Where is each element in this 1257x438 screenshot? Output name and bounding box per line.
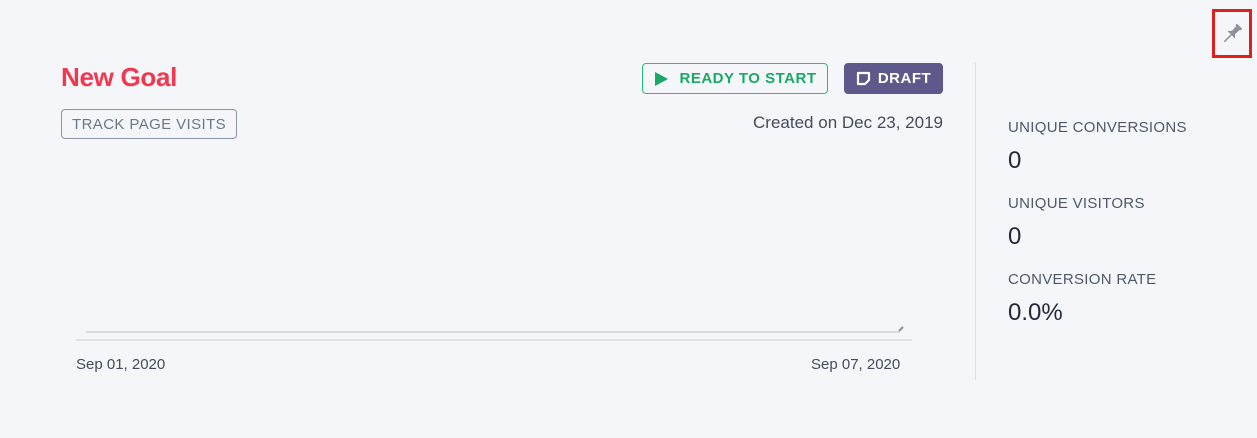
- draft-icon: [856, 71, 870, 86]
- goal-title: New Goal: [61, 62, 178, 92]
- conversion-chart: [76, 326, 912, 341]
- chart-end-marker: [898, 326, 904, 332]
- play-icon: [655, 71, 669, 86]
- ready-to-start-label: READY TO START: [679, 70, 817, 87]
- chart-x-tick-end: Sep 07, 2020: [811, 356, 901, 373]
- ready-to-start-button[interactable]: READY TO START: [642, 63, 828, 94]
- conversion-rate-label: CONVERSION RATE: [1008, 271, 1157, 288]
- goal-type-badge: TRACK PAGE VISITS: [61, 109, 238, 139]
- conversion-rate-value: 0.0%: [1008, 299, 1063, 326]
- draft-label: DRAFT: [877, 70, 932, 87]
- draft-button[interactable]: DRAFT: [844, 63, 943, 94]
- unique-visitors-value: 0: [1008, 223, 1022, 250]
- unique-conversions-value: 0: [1008, 147, 1022, 174]
- unique-visitors-label: UNIQUE VISITORS: [1008, 195, 1145, 212]
- unique-conversions-label: UNIQUE CONVERSIONS: [1008, 119, 1187, 136]
- chart-x-tick-start: Sep 01, 2020: [76, 356, 166, 373]
- pushpin-icon: [1223, 23, 1243, 42]
- stats-divider: [975, 62, 976, 380]
- pin-button[interactable]: [1212, 9, 1252, 58]
- created-date: Created on Dec 23, 2019: [753, 113, 943, 132]
